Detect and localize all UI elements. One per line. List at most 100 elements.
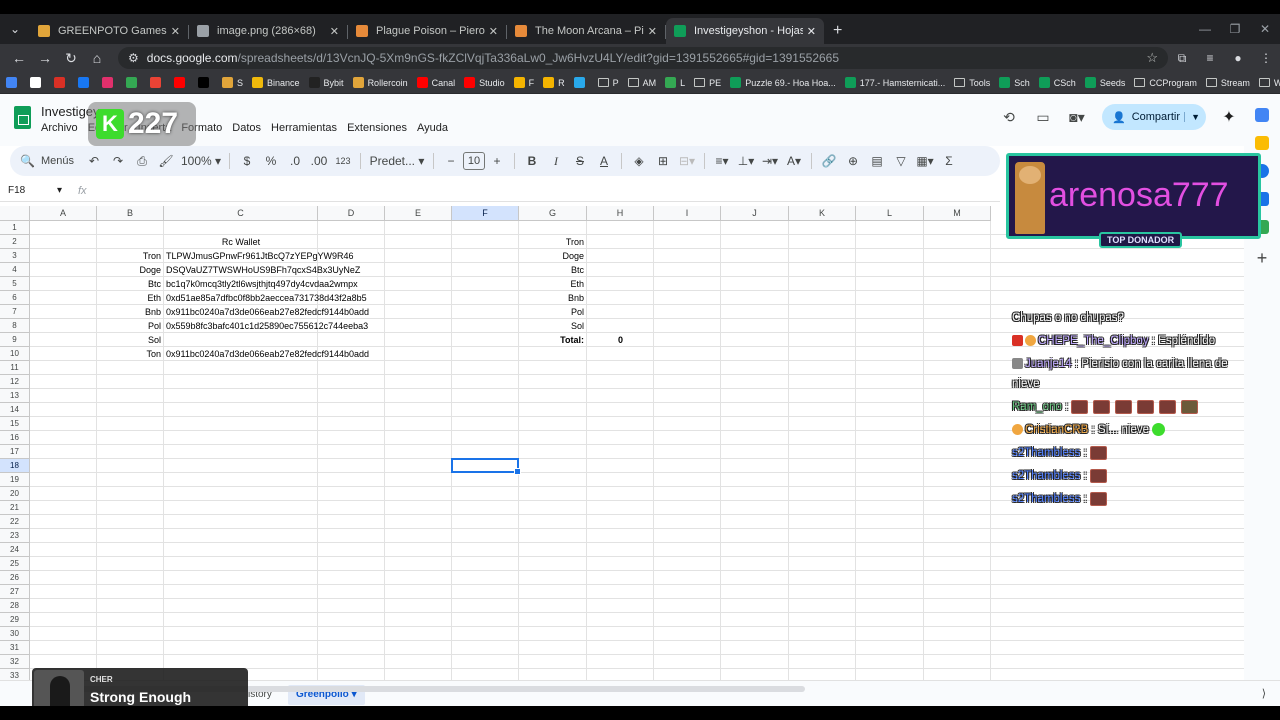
cell[interactable]: Pol (519, 305, 587, 319)
bookmark-item[interactable] (54, 77, 69, 88)
bookmark-item[interactable]: P (597, 78, 619, 88)
bookmark-item[interactable]: F (513, 77, 534, 88)
cell[interactable]: Btc (97, 277, 164, 291)
menu-item[interactable]: Herramientas (271, 122, 337, 134)
cell[interactable]: Tron (519, 235, 587, 249)
tab-close-icon[interactable]: ✕ (489, 25, 498, 38)
borders-icon[interactable]: ⊞ (652, 154, 674, 168)
filter-icon[interactable]: ▽ (890, 154, 912, 168)
row-header[interactable]: 8 (0, 319, 30, 333)
redo-icon[interactable]: ↷ (107, 154, 129, 168)
cell[interactable]: TLPWJmusGPnwFr961JtBcQ7zYEPgYW9R46 (164, 249, 384, 263)
cell[interactable]: 0 (587, 333, 654, 347)
row-header[interactable]: 1 (0, 221, 30, 235)
bookmark-item[interactable]: Binance (252, 77, 300, 88)
row-header[interactable]: 12 (0, 375, 30, 389)
menu-item[interactable]: Datos (232, 122, 261, 134)
bookmark-star-icon[interactable]: ☆ (1146, 50, 1158, 66)
italic-button[interactable]: I (545, 154, 567, 169)
bookmark-item[interactable]: Sch (999, 77, 1030, 88)
menu-item[interactable]: Extensiones (347, 122, 407, 134)
bookmark-item[interactable]: CCProgram (1134, 78, 1197, 88)
tab-close-icon[interactable]: ✕ (807, 25, 816, 38)
reading-list-icon[interactable]: ≡ (1196, 51, 1224, 65)
bookmark-item[interactable]: PE (694, 78, 721, 88)
row-header[interactable]: 16 (0, 431, 30, 445)
column-header[interactable]: L (856, 206, 924, 221)
chrome-menu-icon[interactable]: ⋮ (1252, 51, 1280, 65)
bookmark-item[interactable]: Web (1258, 78, 1280, 88)
bookmark-item[interactable] (174, 77, 189, 88)
keep-icon[interactable] (1255, 136, 1269, 150)
strikethrough-button[interactable]: S (569, 154, 591, 168)
row-header[interactable]: 32 (0, 655, 30, 669)
gemini-sparkle-icon[interactable]: ✦ (1214, 107, 1244, 127)
decrease-decimal-button[interactable]: .0 (284, 154, 306, 168)
row-header[interactable]: 17 (0, 445, 30, 459)
cell[interactable]: Total: (519, 333, 587, 347)
cell[interactable] (164, 333, 384, 347)
row-header[interactable]: 5 (0, 277, 30, 291)
row-header[interactable]: 22 (0, 515, 30, 529)
cell[interactable]: 0x911bc0240a7d3de066eab27e82fedcf9144b0a… (164, 305, 384, 319)
bookmark-item[interactable] (198, 77, 213, 88)
column-header[interactable]: I (654, 206, 721, 221)
bookmark-item[interactable] (78, 77, 93, 88)
row-header[interactable]: 18 (0, 459, 30, 473)
add-addon-icon[interactable]: + (1244, 248, 1280, 269)
bookmark-item[interactable]: Rollercoin (352, 77, 408, 88)
row-header[interactable]: 26 (0, 571, 30, 585)
bookmark-item[interactable]: S (222, 77, 243, 88)
sheets-logo-icon[interactable] (14, 106, 31, 129)
cell[interactable]: DSQVaUZ7TWSWHoUS9BFh7qcxS4Bx3UyNeZ (164, 263, 384, 277)
extensions-icon[interactable]: ⧉ (1168, 51, 1196, 66)
text-rotation-icon[interactable]: A▾ (783, 154, 805, 168)
zoom-select[interactable]: 100% ▾ (179, 154, 223, 168)
bookmark-item[interactable]: AM (627, 78, 656, 88)
menu-item[interactable]: Ayuda (417, 122, 448, 134)
row-header[interactable]: 14 (0, 403, 30, 417)
font-select[interactable]: Predet... ▾ (367, 154, 427, 168)
calendar-icon[interactable] (1255, 108, 1269, 122)
column-header[interactable]: K (789, 206, 856, 221)
print-icon[interactable]: ⎙ (131, 154, 153, 169)
minimize-icon[interactable]: — (1190, 22, 1220, 36)
column-header[interactable]: C (164, 206, 318, 221)
row-header[interactable]: 21 (0, 501, 30, 515)
merge-cells-icon[interactable]: ⊟▾ (676, 154, 698, 168)
fill-color-icon[interactable]: ◈ (628, 154, 650, 168)
row-header[interactable]: 27 (0, 585, 30, 599)
cell[interactable]: Bnb (519, 291, 587, 305)
number-format-button[interactable]: 123 (332, 156, 354, 166)
cell[interactable]: bc1q7k0mcq3tly2tl6wsjthjtq497dy4cvdaa2wm… (164, 277, 384, 291)
cell[interactable]: Sol (97, 333, 164, 347)
cell[interactable]: Tron (97, 249, 164, 263)
paint-format-icon[interactable]: 🖌 (155, 154, 177, 168)
row-header[interactable]: 10 (0, 347, 30, 361)
row-header[interactable]: 9 (0, 333, 30, 347)
cell[interactable]: Ton (97, 347, 164, 361)
filter-views-icon[interactable]: ▦▾ (914, 154, 936, 168)
share-button[interactable]: 👤 Compartir ▼ (1102, 104, 1206, 130)
omnibox[interactable]: ⚙ docs.google.com /spreadsheets/d/13VcnJ… (118, 47, 1168, 69)
row-header[interactable]: 2 (0, 235, 30, 249)
menu-item[interactable]: Archivo (41, 122, 78, 134)
font-size-input[interactable]: 10 (463, 152, 485, 170)
cell[interactable]: 0xd51ae85a7dfbc0f8bb2aeccea731738d43f2a8… (164, 291, 384, 305)
row-header[interactable]: 31 (0, 641, 30, 655)
select-all-corner[interactable] (0, 206, 30, 221)
selected-cell-outline[interactable] (451, 458, 521, 475)
font-size-increase-icon[interactable]: + (486, 154, 508, 168)
column-header[interactable]: D (318, 206, 385, 221)
browser-tab[interactable]: The Moon Arcana – Piero ✕ (507, 18, 666, 44)
insert-comment-icon[interactable]: ⊕ (842, 154, 864, 168)
bookmark-item[interactable]: Stream (1205, 78, 1250, 88)
meet-video-icon[interactable]: ◙▾ (1060, 109, 1094, 126)
row-header[interactable]: 11 (0, 361, 30, 375)
font-size-decrease-icon[interactable]: − (440, 154, 462, 168)
browser-tab[interactable]: image.png (286×68) ✕ (189, 18, 348, 44)
row-header[interactable]: 29 (0, 613, 30, 627)
cell[interactable]: 0x559b8fc3bafc401c1d25890ec755612c744eeb… (164, 319, 384, 333)
cell[interactable]: Bnb (97, 305, 164, 319)
insert-chart-icon[interactable]: ▤ (866, 154, 888, 168)
